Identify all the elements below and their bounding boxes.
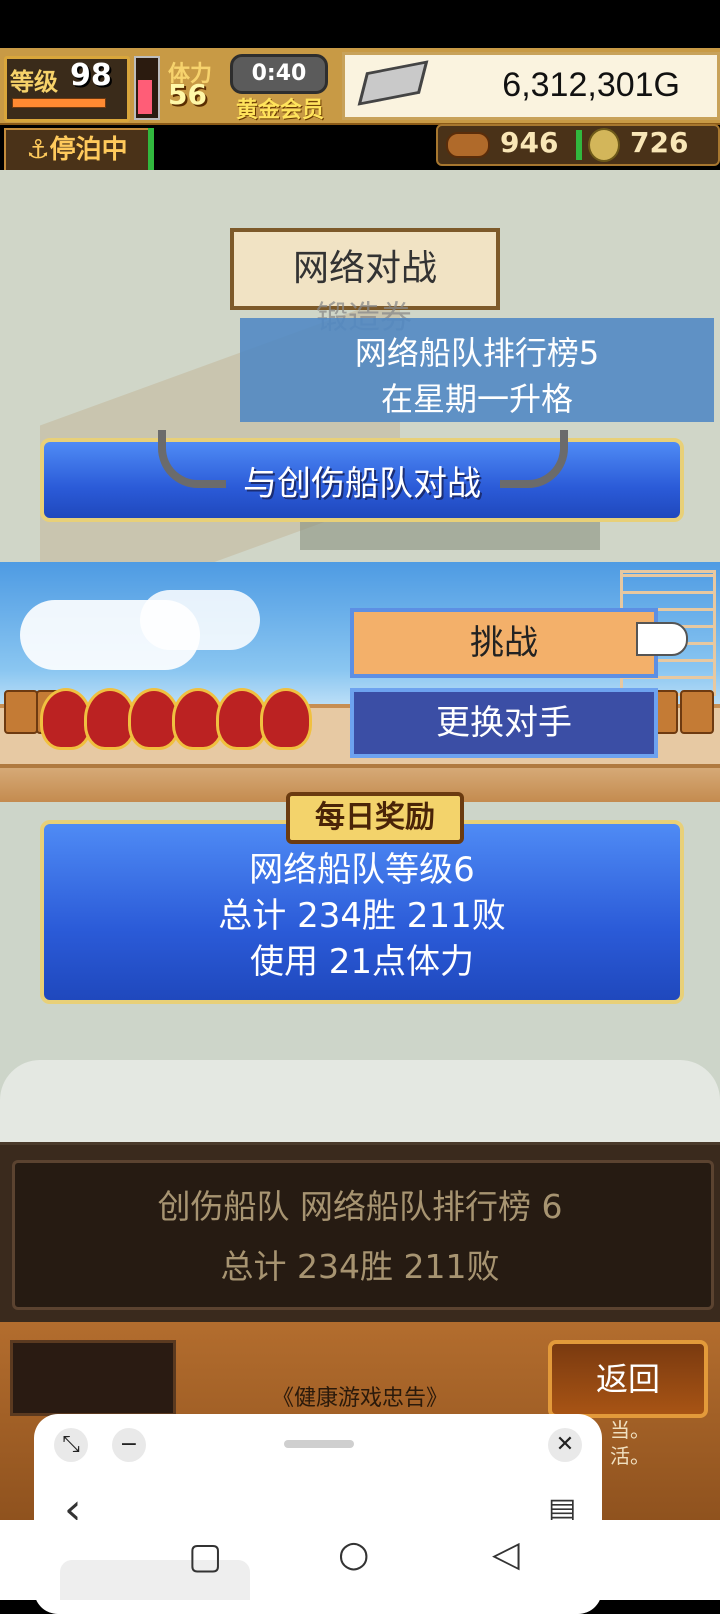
- health-notice-tail-2: 活。: [610, 1444, 650, 1468]
- moored-status-label: 停泊中: [49, 135, 128, 165]
- expand-window-icon[interactable]: ⤡: [54, 1428, 88, 1462]
- opponent-ranking-text: 创伤船队 网络船队排行榜 6: [157, 1187, 563, 1226]
- coin-icon: [588, 128, 620, 162]
- moored-status: ⚓停泊中: [4, 128, 150, 172]
- membership-badge[interactable]: 黄金会员: [236, 92, 324, 124]
- footer-slot: [10, 1340, 176, 1416]
- experience-bar: [12, 98, 106, 108]
- stamina-gauge-fill: [138, 80, 152, 114]
- challenge-button[interactable]: 挑战: [350, 608, 658, 678]
- daily-reward-tag: 每日奖励: [286, 792, 464, 844]
- crew-group: [40, 680, 330, 754]
- medal-icon: [446, 132, 490, 158]
- stamina-cost-text: 使用 21点体力: [249, 942, 475, 982]
- minimize-window-icon[interactable]: −: [112, 1428, 146, 1462]
- fleet-level-text: 网络船队等级6: [249, 850, 475, 890]
- change-opponent-button[interactable]: 更换对手: [350, 688, 658, 758]
- level-label: 等级: [10, 68, 58, 96]
- money-value: 6,312,301G: [502, 66, 680, 104]
- crew-member-icon: [260, 688, 312, 750]
- stamina-value: 56: [168, 78, 207, 111]
- barrel-icon: [4, 690, 38, 734]
- drag-handle[interactable]: [284, 1440, 354, 1448]
- resource-count-1: 946: [500, 126, 559, 159]
- status-indicator: [148, 128, 154, 170]
- home-icon[interactable]: ○: [338, 1534, 369, 1575]
- pointing-hand-icon: [636, 622, 688, 656]
- health-notice: 《健康游戏忠告》: [271, 1386, 448, 1411]
- back-icon[interactable]: ◁: [492, 1534, 520, 1575]
- health-notice-tail-1: 当。: [610, 1418, 650, 1442]
- recent-apps-icon[interactable]: ▢: [188, 1536, 222, 1577]
- ranking-notice-line-2: 在星期一升格: [380, 380, 573, 418]
- close-window-icon[interactable]: ✕: [548, 1428, 582, 1462]
- cloud-band: [0, 1060, 720, 1150]
- stamina-timer: 0:40: [230, 54, 328, 94]
- fight-fleet-label[interactable]: 与创伤船队对战: [40, 456, 684, 505]
- opponent-record-text: 总计 234胜 211败: [220, 1247, 500, 1286]
- resource-count-2: 726: [630, 126, 689, 159]
- resource-divider: [576, 130, 582, 160]
- win-loss-text: 总计 234胜 211败: [218, 896, 506, 936]
- level-value: 98: [70, 58, 112, 93]
- return-button[interactable]: 返回: [548, 1340, 708, 1418]
- status-bar: [0, 0, 720, 48]
- cloud: [140, 590, 260, 650]
- ranking-notice-line-1: 网络船队排行榜5: [354, 334, 600, 372]
- barrel-icon: [680, 690, 714, 734]
